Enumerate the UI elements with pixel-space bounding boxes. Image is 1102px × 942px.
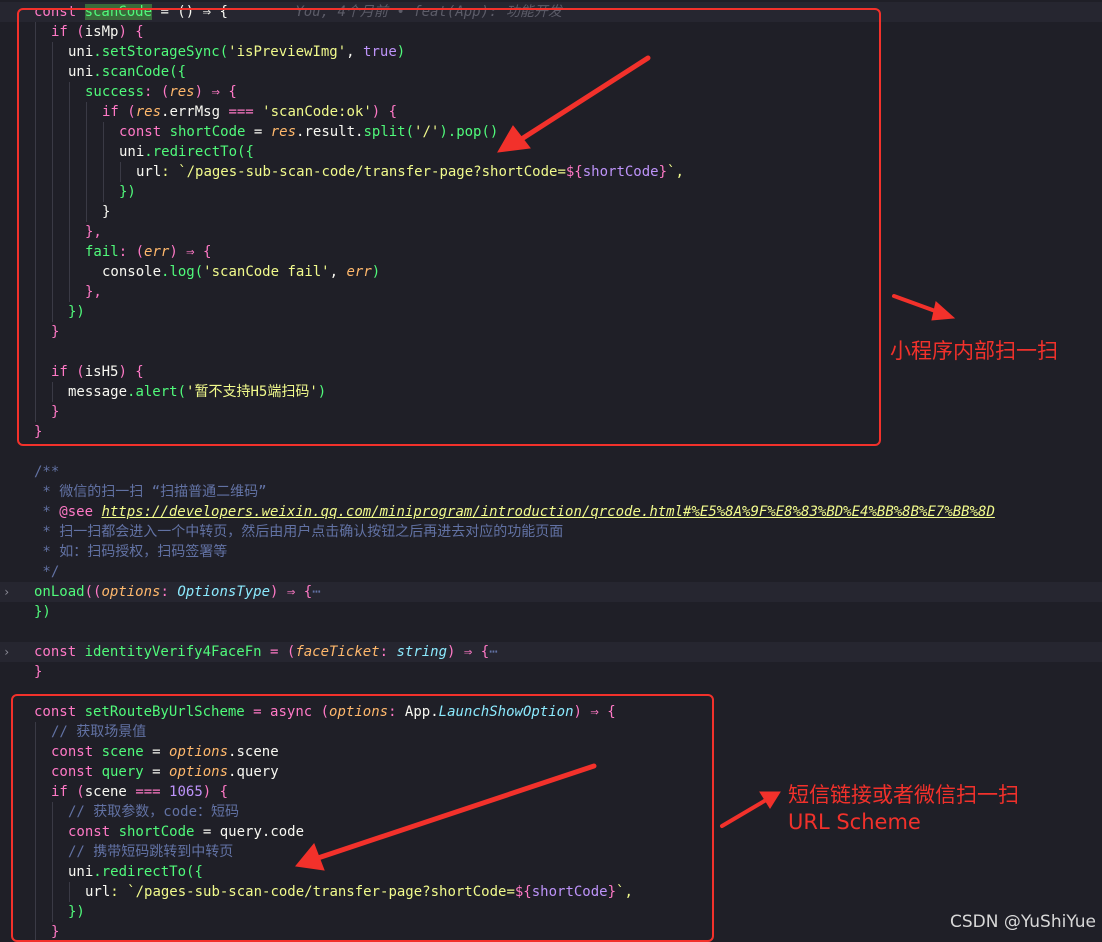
- arrow-from-note2: [720, 798, 768, 828]
- annotation-note-url-scheme: URL Scheme: [788, 810, 921, 834]
- arrow-to-shortcode: [517, 55, 651, 143]
- arrow-to-note1: [892, 294, 940, 314]
- annotation-note-sms-link: 短信链接或者微信扫一扫: [788, 783, 1019, 807]
- watermark: CSDN @YuShiYue: [949, 912, 1096, 932]
- arrow-to-redirect: [315, 763, 597, 861]
- arrow-head: [931, 301, 956, 321]
- annotation-note-miniprogram: 小程序内部扫一扫: [890, 339, 1058, 363]
